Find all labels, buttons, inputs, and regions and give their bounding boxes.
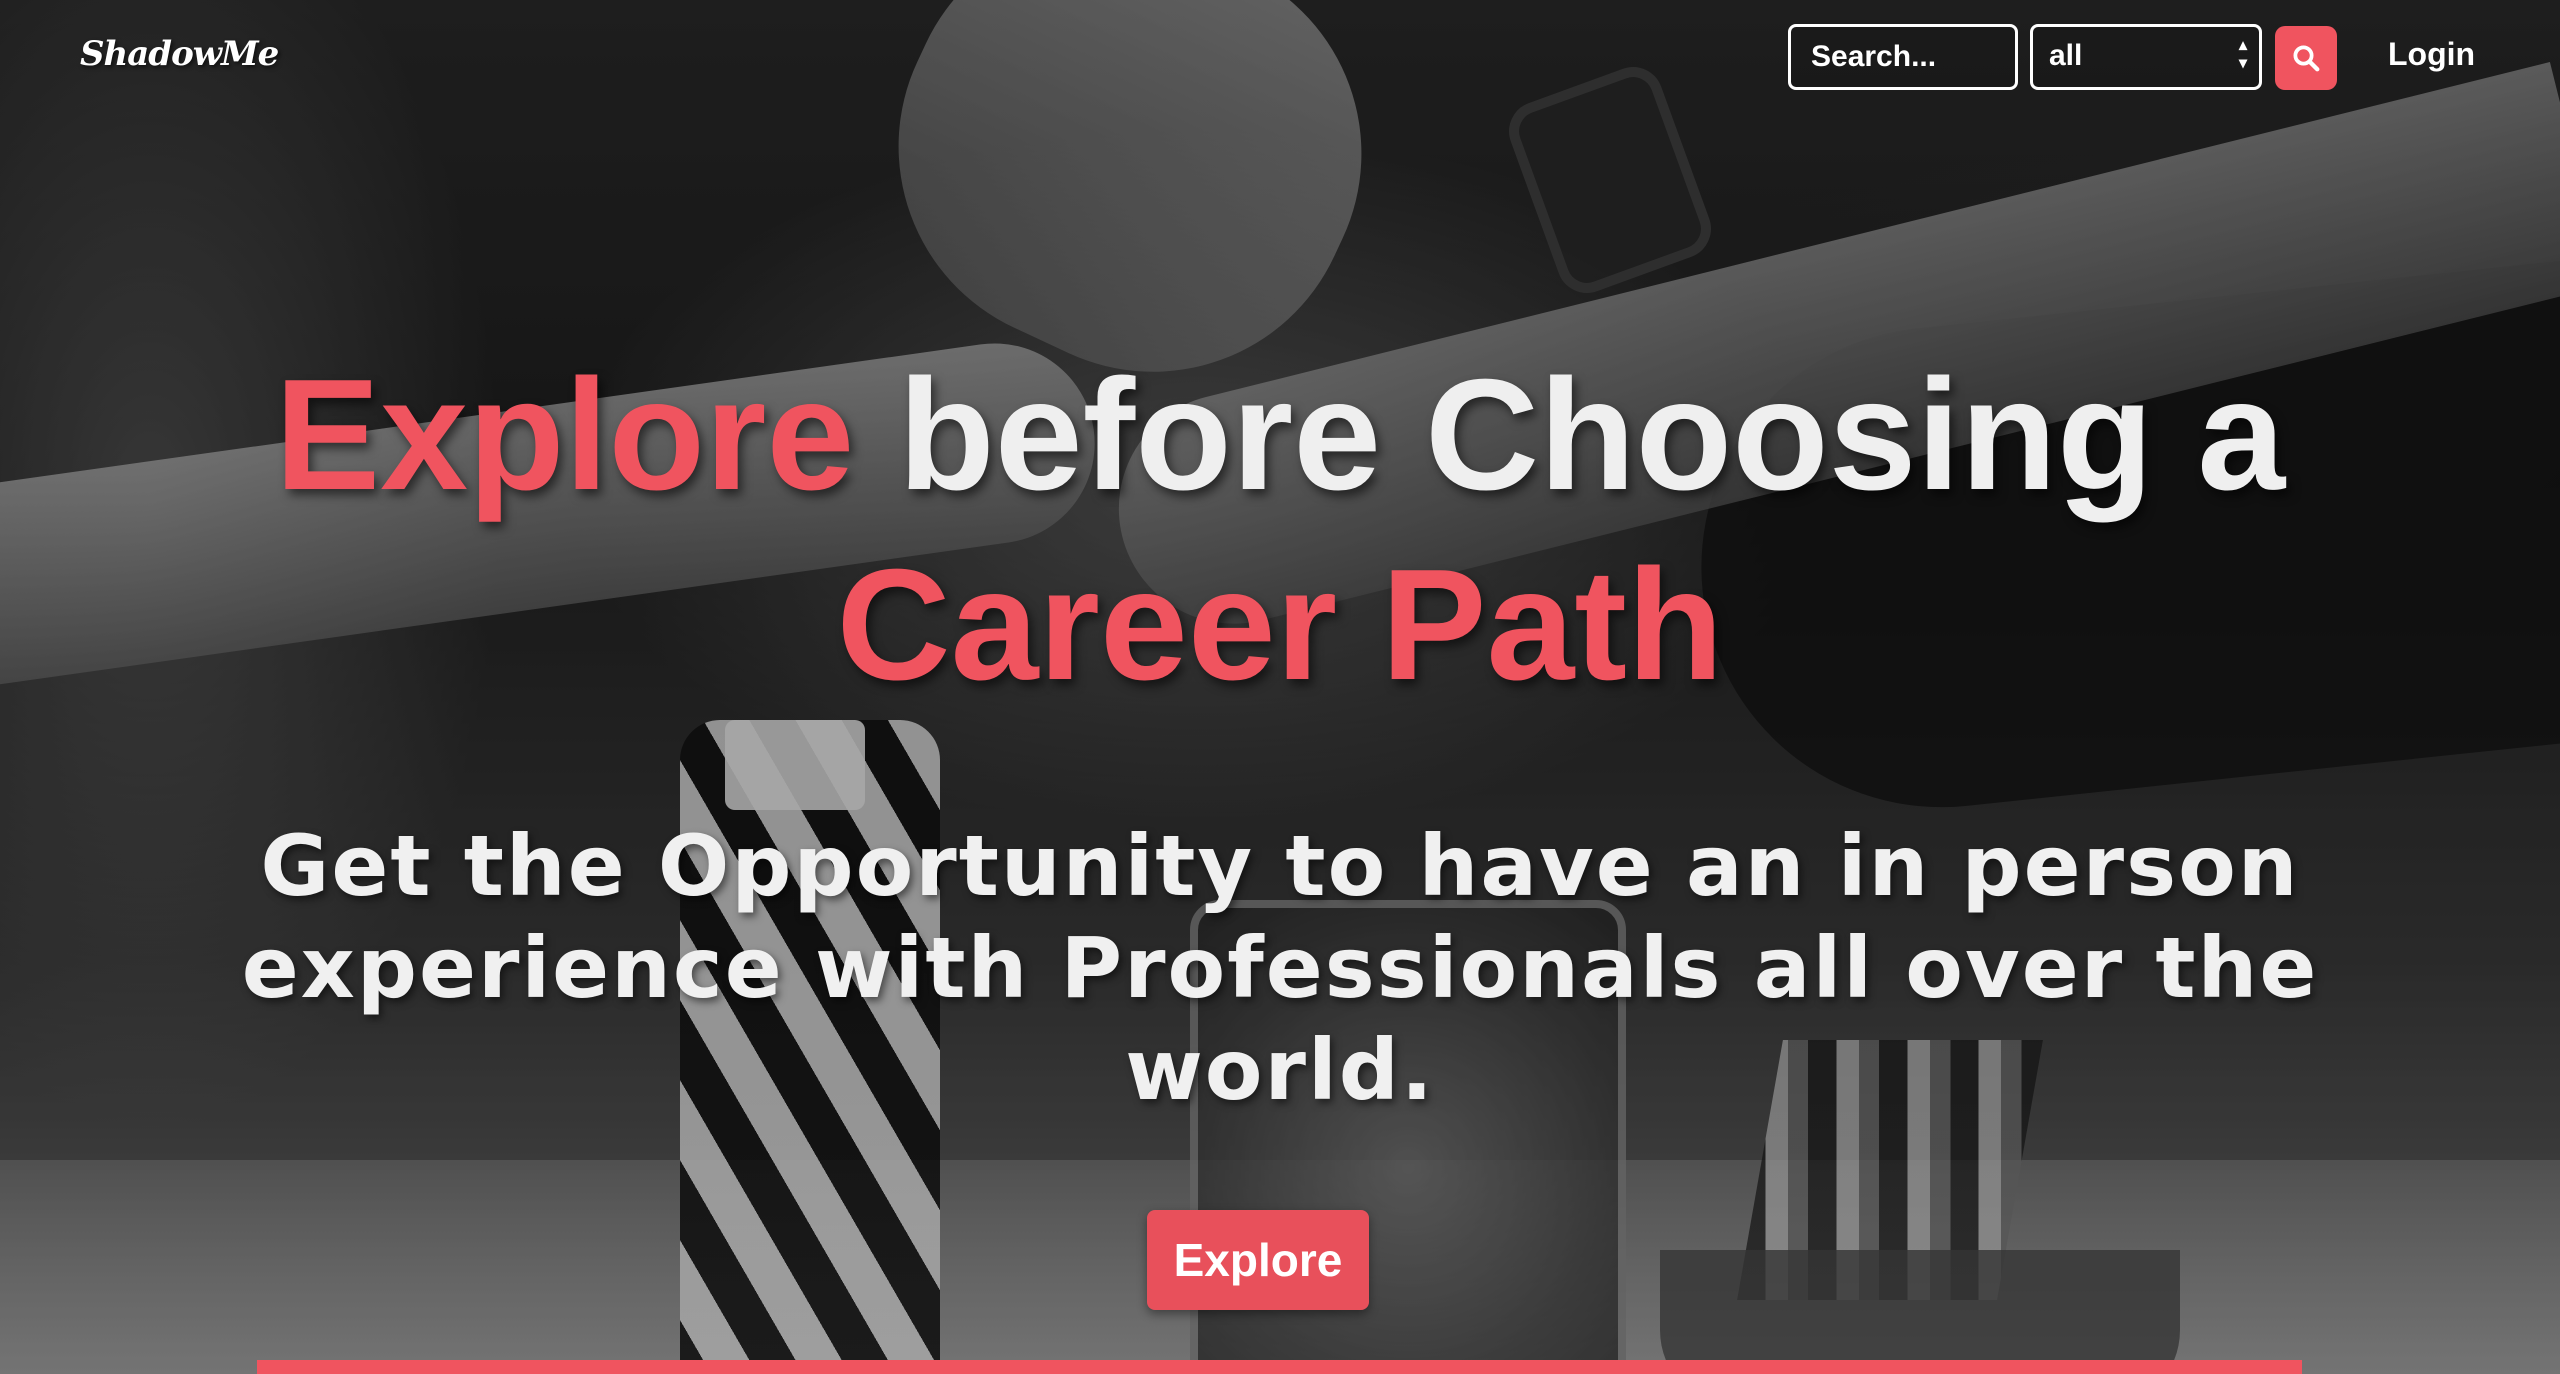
headline-accent-explore: Explore — [274, 347, 855, 523]
explore-button[interactable]: Explore — [1147, 1210, 1369, 1310]
category-select[interactable]: all ▴ ▾ — [2030, 24, 2262, 90]
category-select-value: all — [2049, 39, 2083, 72]
hero-headline: Explore before Choosing a Career Path — [0, 340, 2560, 720]
accent-divider — [257, 1360, 2302, 1374]
navbar: ShadowMe all ▴▾ Login — [0, 0, 2560, 115]
hero-section: ShadowMe all ▴▾ Login Explore before Cho… — [0, 0, 2560, 1374]
headline-middle: before Choosing a — [854, 347, 2286, 523]
hero-subheadline: Get the Opportunity to have an in person… — [241, 817, 2319, 1119]
search-icon — [2293, 45, 2320, 72]
search-button[interactable] — [2275, 26, 2337, 90]
select-arrows-icon: ▴ ▾ — [2238, 37, 2247, 72]
search-input[interactable] — [1788, 24, 2018, 90]
headline-accent-career-path: Career Path — [836, 537, 1724, 713]
login-link[interactable]: Login — [2388, 36, 2475, 73]
brand-logo[interactable]: ShadowMe — [80, 34, 279, 74]
